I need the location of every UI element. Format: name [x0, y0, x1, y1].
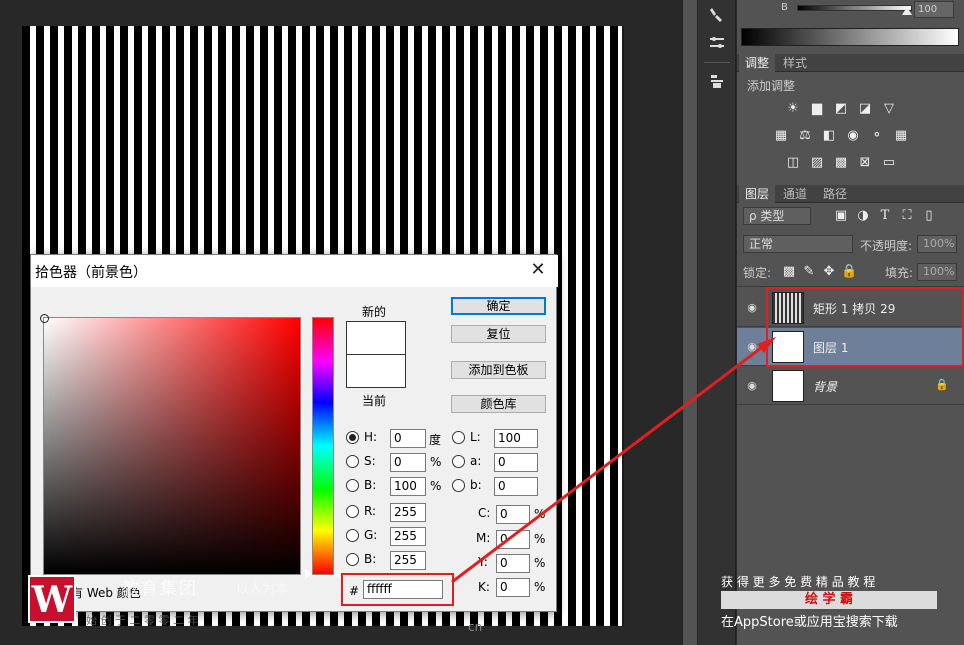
- promo-brand: 绘 学 霸: [804, 592, 854, 607]
- promo-line-3: 在AppStore或应用宝搜索下载: [721, 615, 898, 630]
- watermark-cn: cn: [468, 620, 483, 634]
- watermark-footer: 始 创 于 二 零 零 二 年: [86, 614, 199, 627]
- logo-letter: W: [31, 579, 73, 621]
- watermark-slogan: 以人为本: [236, 582, 289, 597]
- promo-line-1: 获 得 更 多 免 费 精 品 教 程: [721, 575, 876, 589]
- watermark-company: 教育集团: [122, 579, 198, 599]
- annotation-arrow: [451, 337, 776, 584]
- promo-brand-bar: 绘 学 霸: [721, 591, 937, 609]
- photoshop-workspace: B 100 调整 样式 添加调整 ☀ ▆ ◩ ◪ ▽ ▦ ⚖ ◧ ◉ ⚬ ▦ ◫…: [0, 0, 964, 645]
- company-logo: W: [28, 575, 76, 623]
